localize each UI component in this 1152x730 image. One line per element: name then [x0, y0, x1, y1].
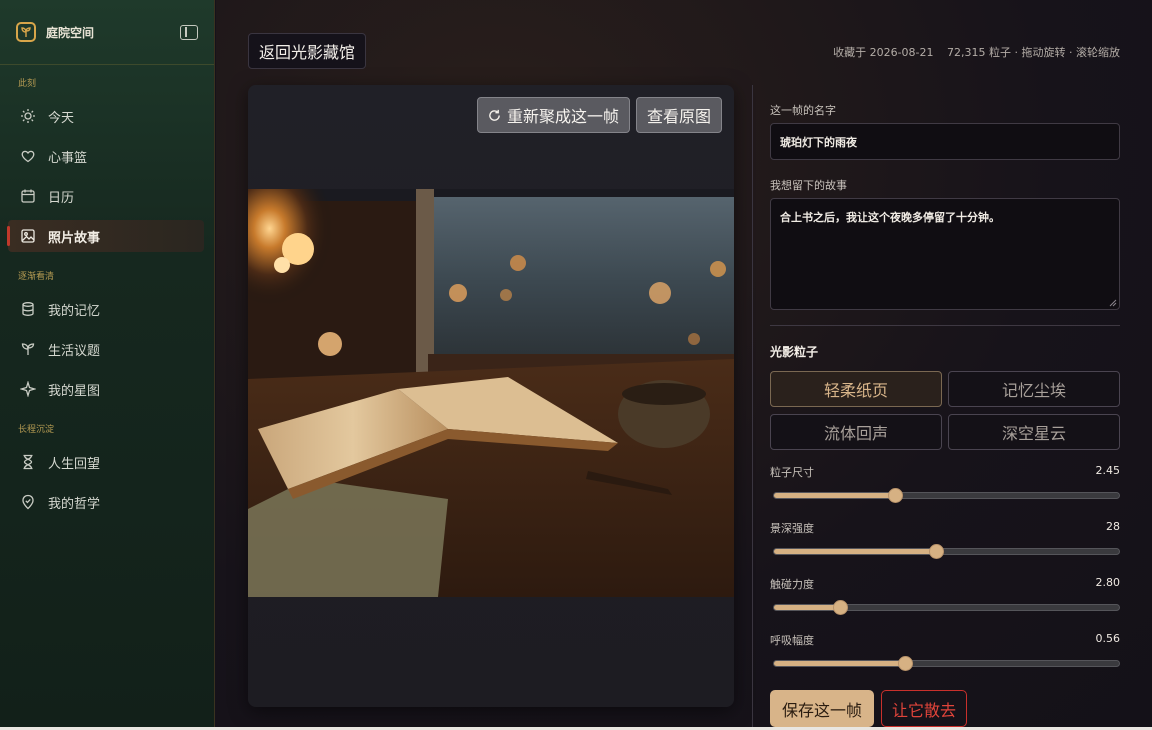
sprout-logo-icon — [16, 22, 36, 42]
sidebar-item-label: 我的记忆 — [48, 303, 101, 319]
particle-stage[interactable]: 重新聚成这一帧 查看原图 — [248, 85, 734, 707]
sidebar-item-worries[interactable]: 心事篮 — [8, 140, 204, 172]
sidebar-item-label: 人生回望 — [48, 456, 101, 472]
sidebar-item-label: 心事篮 — [48, 150, 88, 166]
back-to-gallery-button[interactable]: 返回光影藏馆 — [248, 33, 367, 69]
sidebar-item-label: 我的星图 — [48, 383, 101, 399]
sidebar-item-life-topics[interactable]: 生活议题 — [8, 333, 204, 365]
particle-photo[interactable] — [248, 189, 734, 597]
depth-strength-value: 28 — [1106, 520, 1120, 533]
breath-amplitude-label: 呼吸幅度 — [770, 634, 814, 647]
particle-info: 72,315 粒子 · 拖动旋转 · 滚轮缩放 — [947, 46, 1120, 59]
mode-deep-nebula[interactable]: 深空星云 — [948, 414, 1120, 450]
refresh-icon — [488, 109, 501, 122]
slider-fill — [774, 549, 937, 554]
slider-thumb[interactable] — [832, 600, 848, 615]
sidebar-item-calendar[interactable]: 日历 — [8, 180, 204, 212]
touch-force-value: 2.80 — [1095, 576, 1121, 589]
resize-handle-icon[interactable] — [1109, 299, 1117, 307]
slider-thumb[interactable] — [898, 656, 914, 671]
section-divider — [770, 325, 1120, 326]
slider-thumb[interactable] — [887, 488, 903, 503]
particle-size-value: 2.45 — [1095, 464, 1121, 477]
image-icon — [20, 228, 36, 244]
sidebar-item-today[interactable]: 今天 — [8, 100, 204, 132]
sidebar-item-label: 生活议题 — [48, 343, 101, 359]
photo-meta: 收藏于 2026-08-21 72,315 粒子 · 拖动旋转 · 滚轮缩放 — [823, 44, 1120, 60]
mode-fluid-echo[interactable]: 流体回声 — [770, 414, 942, 450]
sidebar-item-label: 今天 — [48, 110, 75, 126]
hourglass-icon — [20, 454, 36, 470]
touch-force-label: 触碰力度 — [770, 578, 814, 591]
slider-fill — [774, 493, 895, 498]
particles-title: 光影粒子 — [770, 345, 819, 359]
brand-bar: 庭院空间 — [0, 0, 214, 65]
main-area: 返回光影藏馆 收藏于 2026-08-21 72,315 粒子 · 拖动旋转 ·… — [216, 0, 1152, 730]
particle-size-slider[interactable] — [773, 488, 1120, 503]
badge-check-icon — [20, 494, 36, 510]
panel-divider — [752, 85, 753, 730]
sidebar-item-memories[interactable]: 我的记忆 — [8, 293, 204, 325]
section-label-longterm: 长程沉淀 — [18, 425, 55, 435]
section-label-now: 此刻 — [18, 79, 37, 89]
name-label: 这一帧的名字 — [770, 104, 836, 117]
view-original-button[interactable]: 查看原图 — [636, 97, 723, 133]
sidebar: 庭院空间 此刻 今天 心事篮 日历 照片故事 逐渐看清 我的记忆 生活议题 我的… — [0, 0, 215, 730]
database-icon — [20, 301, 36, 317]
story-text: 合上书之后，我让这个夜晚多停留了十分钟。 — [780, 211, 1000, 224]
section-label-clarify: 逐渐看清 — [18, 272, 55, 282]
story-textarea[interactable]: 合上书之后，我让这个夜晚多停留了十分钟。 — [770, 198, 1120, 310]
slider-fill — [774, 661, 906, 666]
brand-name: 庭院空间 — [46, 25, 95, 40]
mode-memory-dust[interactable]: 记忆尘埃 — [948, 371, 1120, 407]
sidebar-toggle-icon[interactable] — [180, 24, 198, 40]
depth-strength-label: 景深强度 — [770, 522, 814, 535]
calendar-icon — [20, 188, 36, 204]
dismiss-frame-button[interactable]: 让它散去 — [881, 690, 968, 727]
sidebar-item-star-map[interactable]: 我的星图 — [8, 373, 204, 405]
sidebar-item-label: 日历 — [48, 190, 75, 206]
save-frame-button[interactable]: 保存这一帧 — [770, 690, 875, 727]
breath-amplitude-slider[interactable] — [773, 656, 1120, 671]
sidebar-item-life-review[interactable]: 人生回望 — [8, 446, 204, 478]
depth-strength-slider[interactable] — [773, 544, 1120, 559]
particle-size-label: 粒子尺寸 — [770, 466, 814, 479]
saved-date: 收藏于 2026-08-21 — [833, 46, 934, 59]
sidebar-item-philosophy[interactable]: 我的哲学 — [8, 486, 204, 518]
story-label: 我想留下的故事 — [770, 179, 847, 192]
sun-icon — [20, 108, 36, 124]
sidebar-item-label: 我的哲学 — [48, 496, 101, 512]
reform-frame-button[interactable]: 重新聚成这一帧 — [477, 97, 631, 133]
breath-amplitude-value: 0.56 — [1095, 632, 1121, 645]
slider-fill — [774, 605, 840, 610]
mode-soft-paper[interactable]: 轻柔纸页 — [770, 371, 942, 407]
heart-icon — [20, 148, 36, 164]
frame-name-input[interactable]: 琥珀灯下的雨夜 — [770, 123, 1120, 160]
reform-frame-label: 重新聚成这一帧 — [507, 107, 620, 126]
sparkle-icon — [20, 381, 36, 397]
sidebar-item-label: 照片故事 — [48, 230, 101, 246]
sidebar-item-photo-stories[interactable]: 照片故事 — [7, 220, 204, 252]
sprout-icon — [20, 341, 36, 357]
slider-thumb[interactable] — [929, 544, 945, 559]
touch-force-slider[interactable] — [773, 600, 1120, 615]
